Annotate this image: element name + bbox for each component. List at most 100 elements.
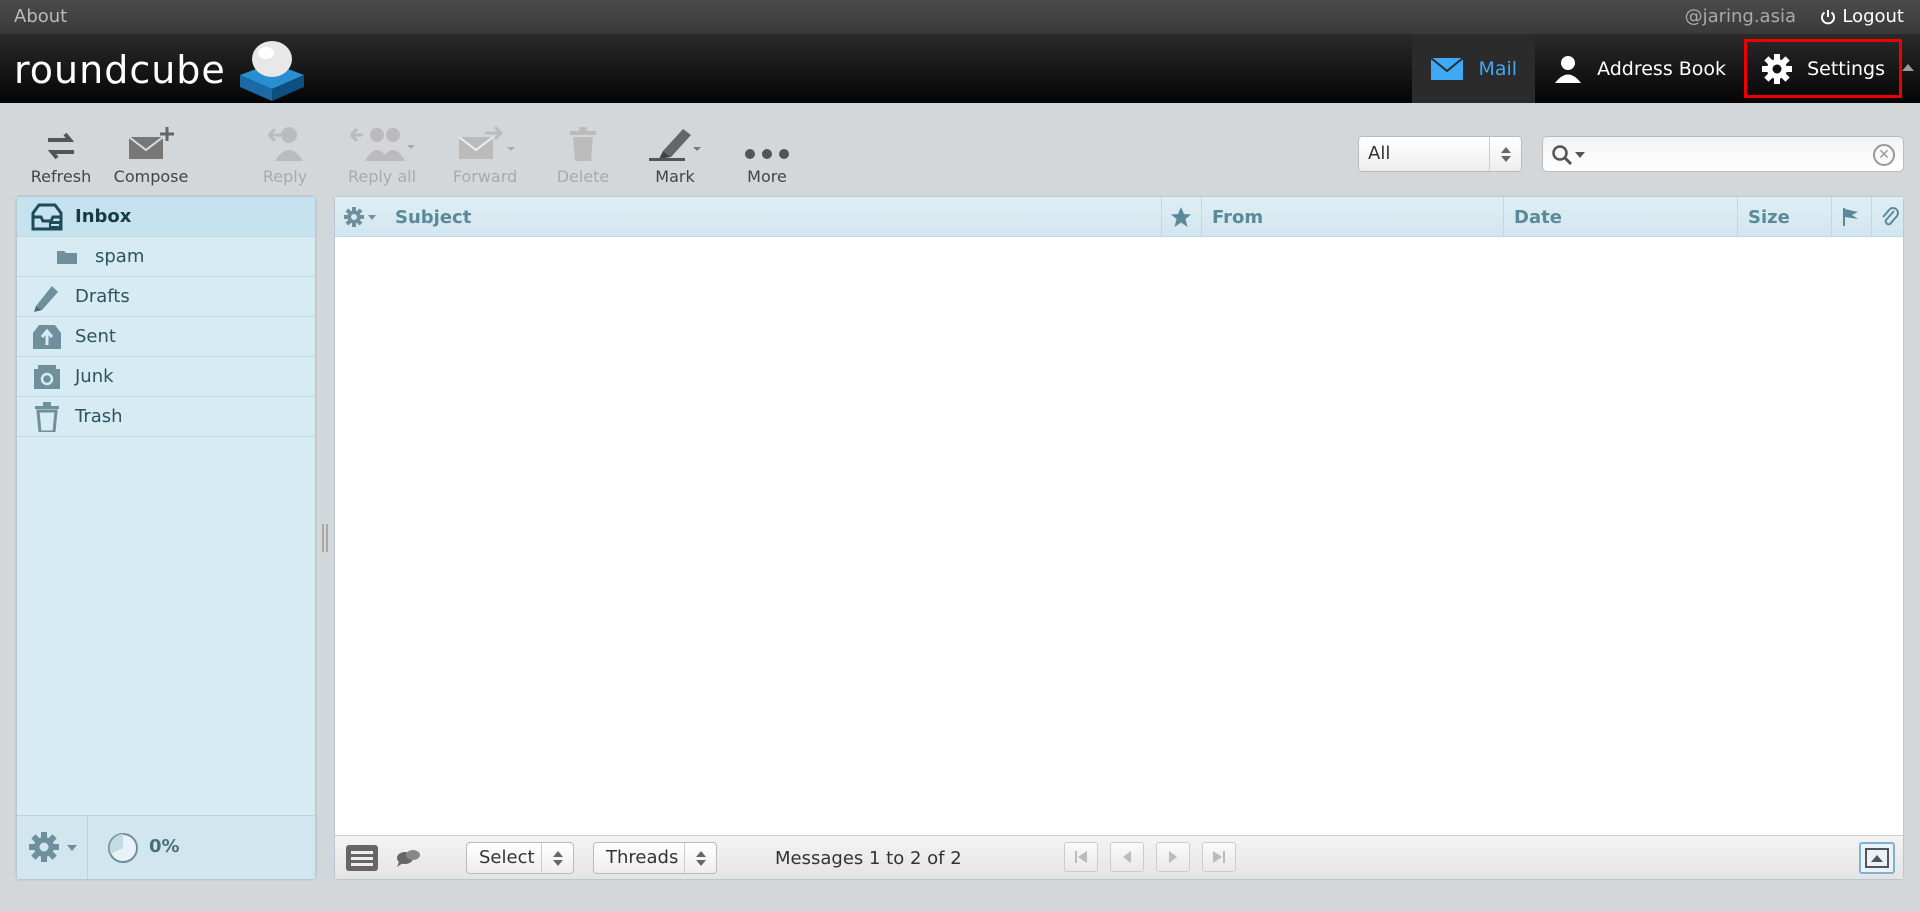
forward-icon (458, 125, 515, 159)
compose-button[interactable]: Compose (106, 122, 196, 186)
forward-label: Forward (452, 167, 518, 186)
logout-button[interactable]: Logout (1820, 6, 1904, 27)
refresh-button[interactable]: Refresh (16, 122, 106, 186)
flag-star-column-header[interactable] (1161, 197, 1201, 237)
more-button[interactable]: More (722, 122, 812, 186)
from-column-header[interactable]: From (1201, 197, 1503, 237)
folder-icon (55, 249, 79, 265)
about-link[interactable]: About (14, 6, 67, 27)
power-icon (1821, 9, 1836, 24)
previous-page-button[interactable] (1110, 842, 1144, 872)
filter-select[interactable]: All (1358, 136, 1522, 172)
reply-all-label: Reply all (347, 167, 417, 186)
trash-icon (27, 401, 67, 432)
reply-button[interactable]: Reply (240, 122, 330, 186)
message-list-footer: Select Threads Messages 1 to 2 of 2 (335, 835, 1903, 879)
delete-button[interactable]: Delete (538, 122, 628, 186)
paperclip-icon (1882, 207, 1899, 226)
gear-dropdown-icon (344, 207, 376, 227)
threads-dropdown[interactable]: Threads (593, 842, 717, 874)
last-page-icon (1213, 851, 1225, 863)
reply-label: Reply (262, 167, 308, 186)
previous-page-icon (1123, 851, 1131, 863)
folder-label: Drafts (75, 286, 130, 307)
select-spinner-icon (541, 843, 573, 873)
logout-label: Logout (1842, 6, 1904, 27)
folder-label: Junk (75, 366, 114, 387)
refresh-label: Refresh (30, 167, 92, 186)
folder-label: Inbox (75, 206, 132, 227)
next-page-icon (1169, 851, 1177, 863)
search-reset-icon[interactable]: ✕ (1873, 144, 1895, 166)
list-options-button[interactable] (335, 197, 385, 237)
from-header-label: From (1212, 206, 1264, 228)
trash-icon (570, 127, 596, 161)
roundcube-logo[interactable]: roundcube (14, 40, 308, 101)
quota-pie-icon (107, 832, 139, 868)
last-page-button[interactable] (1202, 842, 1236, 872)
mark-label: Mark (655, 167, 695, 186)
folder-panel: Inbox spam Drafts Sent Junk Trash 0% (16, 196, 316, 880)
person-icon (1555, 55, 1582, 83)
next-page-button[interactable] (1156, 842, 1190, 872)
cube-logo-icon (239, 41, 304, 101)
folder-junk[interactable]: Junk (17, 357, 315, 397)
search-box: ✕ (1542, 136, 1904, 172)
folder-drafts[interactable]: Drafts (17, 277, 315, 317)
mark-button[interactable]: Mark (630, 122, 720, 186)
sent-icon (27, 323, 67, 351)
footer-divider (87, 816, 88, 880)
folder-spam[interactable]: spam (17, 237, 315, 277)
quota-percentage: 0% (149, 836, 180, 857)
subject-header-label: Subject (395, 206, 472, 228)
panel-splitter[interactable] (322, 524, 330, 552)
mail-task[interactable]: Mail (1412, 34, 1536, 103)
gear-icon (1762, 53, 1793, 84)
size-column-header[interactable]: Size (1737, 197, 1831, 237)
threads-view-icon[interactable] (395, 848, 421, 872)
collapse-header-icon[interactable] (1902, 64, 1914, 71)
filter-value: All (1368, 143, 1391, 164)
size-header-label: Size (1748, 206, 1790, 228)
select-label: Select (479, 847, 535, 868)
username: @jaring.asia (1684, 6, 1796, 27)
refresh-icon (47, 132, 75, 160)
top-line: About @jaring.asia Logout (0, 0, 1920, 34)
mail-label: Mail (1478, 57, 1518, 80)
first-page-button[interactable] (1064, 842, 1098, 872)
folder-actions-gear-icon[interactable] (27, 830, 83, 868)
search-input[interactable] (1591, 141, 1861, 167)
message-count: Messages 1 to 2 of 2 (775, 848, 962, 869)
forward-button[interactable]: Forward (440, 122, 530, 186)
delete-label: Delete (556, 167, 610, 186)
reply-icon (267, 127, 303, 161)
addressbook-task[interactable]: Address Book (1535, 34, 1744, 103)
folder-trash[interactable]: Trash (17, 397, 315, 437)
threads-label: Threads (606, 847, 679, 868)
preview-pane-toggle-icon[interactable] (1859, 842, 1895, 874)
folder-inbox[interactable]: Inbox (17, 197, 315, 237)
select-dropdown[interactable]: Select (466, 842, 574, 874)
folder-sent[interactable]: Sent (17, 317, 315, 357)
folder-panel-footer: 0% (17, 815, 315, 880)
attachment-column-header[interactable] (1871, 197, 1905, 237)
addressbook-label: Address Book (1597, 57, 1727, 80)
subject-column-header[interactable]: Subject (385, 197, 1211, 237)
reply-all-button[interactable]: Reply all (334, 122, 430, 186)
more-label: More (747, 167, 787, 186)
flag-column-header[interactable] (1831, 197, 1871, 237)
inbox-icon (27, 203, 67, 231)
threads-spinner-icon (684, 843, 716, 873)
first-page-icon (1075, 851, 1087, 863)
search-options-icon[interactable] (1551, 144, 1587, 170)
star-icon (1171, 207, 1191, 227)
settings-task[interactable]: Settings (1744, 39, 1902, 98)
envelope-icon (1430, 56, 1465, 80)
folder-label: spam (95, 246, 145, 267)
list-view-icon[interactable] (345, 844, 379, 876)
compose-icon (128, 127, 174, 159)
date-column-header[interactable]: Date (1503, 197, 1737, 237)
message-list-header: Subject From Date Size (335, 197, 1903, 237)
folder-label: Sent (75, 326, 116, 347)
folder-label: Trash (75, 406, 123, 427)
